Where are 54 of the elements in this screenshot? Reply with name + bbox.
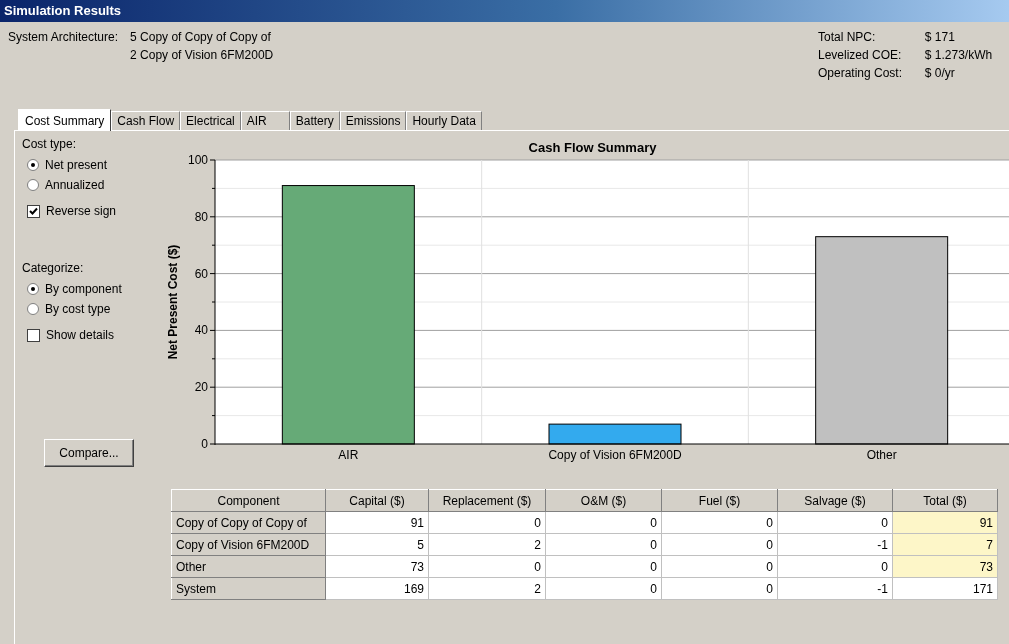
- option-label: Annualized: [45, 178, 105, 192]
- column-header: Replacement ($): [428, 489, 546, 512]
- architecture-value: 2 Copy of Vision 6FM200D: [130, 48, 274, 62]
- radio-button[interactable]: [27, 303, 39, 315]
- row-header: Copy of Vision 6FM200D: [171, 533, 326, 556]
- tab[interactable]: Hourly Data: [406, 111, 482, 130]
- tick-label: 80: [194, 209, 208, 224]
- column-header: Salvage ($): [777, 489, 893, 512]
- option-label: Reverse sign: [46, 204, 117, 218]
- column-header: Component: [171, 489, 326, 512]
- column-header: Total ($): [892, 489, 998, 512]
- tab[interactable]: Cost Summary: [18, 109, 112, 131]
- tick-label: 0: [201, 437, 208, 451]
- chart-title: Cash Flow Summary: [528, 140, 657, 155]
- checkbox[interactable]: [27, 204, 40, 218]
- category-label: Copy of Vision 6FM200D: [548, 448, 682, 462]
- summary-label: Levelized COE:: [818, 48, 903, 62]
- axis-title: Net Present Cost ($): [166, 244, 180, 360]
- architecture-value: 5 Copy of Copy of Copy of: [130, 30, 272, 44]
- radio-button[interactable]: [27, 179, 39, 191]
- window-title: Simulation Results: [0, 0, 1009, 22]
- tab[interactable]: Cash Flow: [111, 111, 181, 130]
- category-label: AIR: [338, 448, 359, 462]
- summary-value: $ 0/yr: [924, 66, 956, 80]
- tick-label: 20: [194, 380, 208, 395]
- column-header: Capital ($): [325, 489, 429, 512]
- checkbox[interactable]: [27, 328, 40, 342]
- section-label: Categorize:: [22, 261, 85, 277]
- tab[interactable]: AIR: [240, 111, 290, 130]
- summary-value: $ 1.273/kWh: [924, 48, 994, 62]
- tick-label: 100: [187, 153, 208, 167]
- row-header: Other: [171, 555, 326, 578]
- option-label: By component: [45, 282, 122, 296]
- tick-label: 60: [194, 266, 208, 281]
- category-label: Other: [866, 448, 897, 462]
- option-label: Show details: [46, 328, 115, 342]
- tab[interactable]: Battery: [289, 111, 340, 130]
- option-label: Net present: [45, 158, 108, 172]
- radio-button[interactable]: [27, 159, 39, 171]
- column-header: O&M ($): [545, 489, 662, 512]
- row-header: Copy of Copy of Copy of: [171, 511, 326, 534]
- compare-button[interactable]: Compare...: [44, 439, 134, 467]
- tab[interactable]: Electrical: [180, 111, 241, 130]
- row-header: System: [171, 577, 326, 600]
- field-label: System Architecture:: [8, 30, 119, 46]
- column-header: Fuel ($): [661, 489, 778, 512]
- tab[interactable]: Emissions: [339, 111, 407, 130]
- tick-label: 40: [194, 323, 208, 338]
- section-label: Cost type:: [22, 137, 78, 153]
- summary-label: Operating Cost:: [818, 66, 904, 80]
- radio-button[interactable]: [27, 283, 39, 295]
- option-label: By cost type: [45, 302, 111, 316]
- summary-label: Total NPC:: [818, 30, 877, 44]
- summary-value: $ 171: [924, 30, 956, 44]
